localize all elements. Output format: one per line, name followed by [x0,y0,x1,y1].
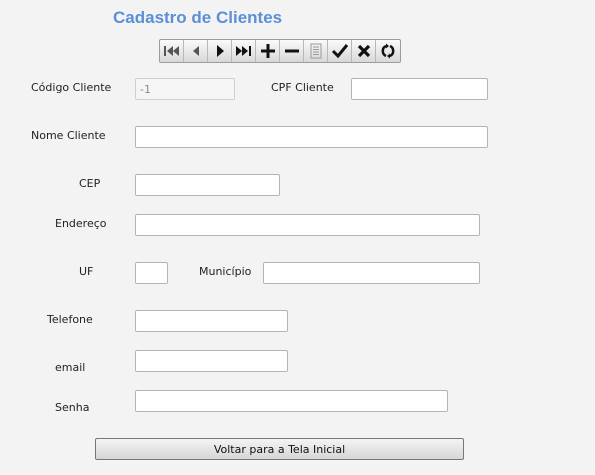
cep-label: CEP [79,177,101,190]
last-record-button[interactable] [232,40,256,62]
telefone-field[interactable] [135,310,288,332]
telefone-label: Telefone [47,313,93,326]
edit-record-icon [310,43,321,59]
voltar-tela-inicial-button[interactable]: Voltar para a Tela Inicial [95,438,464,460]
page-title: Cadastro de Clientes [113,8,283,27]
post-record-button[interactable] [328,40,352,62]
edit-record-button[interactable] [304,40,328,62]
nome-cliente-field[interactable] [135,126,488,148]
previous-record-icon [192,46,199,56]
email-label: email [55,361,86,374]
last-record-icon [235,46,251,56]
cancel-edit-button[interactable] [352,40,376,62]
senha-field[interactable] [135,390,448,412]
cpf-cliente-field[interactable] [351,78,488,100]
insert-record-icon [260,44,275,58]
refresh-button[interactable] [376,40,400,62]
cancel-edit-icon [357,44,370,58]
previous-record-button[interactable] [184,40,208,62]
municipio-field[interactable] [263,262,480,284]
first-record-icon [163,46,179,56]
navigator-toolbar [159,39,401,63]
codigo-cliente-label: Código Cliente [31,81,112,94]
email-field[interactable] [135,350,288,372]
delete-record-button[interactable] [280,40,304,62]
post-record-icon [331,44,348,59]
endereco-field[interactable] [135,214,480,236]
delete-record-icon [284,49,299,53]
uf-label: UF [79,265,94,278]
uf-field[interactable] [135,262,168,284]
cep-field[interactable] [135,174,280,196]
refresh-icon [381,43,395,59]
next-record-icon [216,45,224,57]
nome-cliente-label: Nome Cliente [31,129,106,142]
senha-label: Senha [55,401,90,414]
first-record-button[interactable] [160,40,184,62]
endereco-label: Endereço [55,217,107,230]
next-record-button[interactable] [208,40,232,62]
cpf-cliente-label: CPF Cliente [271,81,334,94]
codigo-cliente-field[interactable] [135,78,235,100]
insert-record-button[interactable] [256,40,280,62]
municipio-label: Município [199,265,252,278]
